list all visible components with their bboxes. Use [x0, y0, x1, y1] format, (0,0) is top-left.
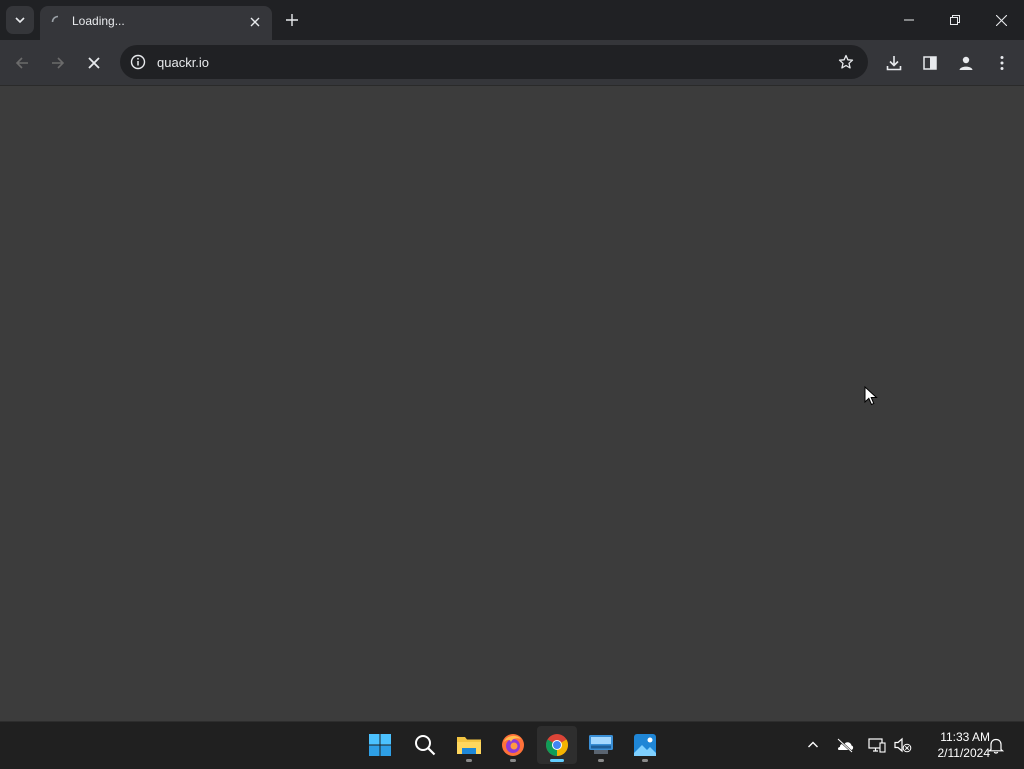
chrome-icon — [546, 734, 568, 756]
running-indicator — [550, 759, 564, 762]
network-tray-button[interactable] — [866, 734, 888, 756]
volume-tray-button[interactable] — [892, 734, 914, 756]
close-window-button[interactable] — [978, 0, 1024, 40]
info-icon — [130, 54, 146, 70]
close-icon — [250, 17, 260, 27]
onedrive-offline-icon — [837, 738, 854, 753]
restore-button[interactable] — [932, 0, 978, 40]
photos-icon — [634, 734, 656, 756]
browser-toolbar: quackr.io — [0, 40, 1024, 86]
restore-icon — [950, 15, 960, 25]
clock-date: 2/11/2024 — [937, 746, 991, 760]
close-icon — [995, 14, 1007, 26]
photos-button[interactable] — [625, 726, 665, 764]
star-icon — [838, 54, 854, 69]
onedrive-tray-button[interactable] — [834, 734, 856, 756]
minimize-button[interactable] — [886, 0, 932, 40]
running-indicator — [466, 759, 472, 762]
mouse-pointer-icon — [864, 386, 878, 406]
side-panel-icon — [923, 56, 937, 70]
download-icon — [886, 56, 902, 71]
profile-button[interactable] — [953, 50, 979, 76]
bookmark-button[interactable] — [836, 52, 856, 72]
tab-active[interactable]: Loading... — [40, 6, 272, 40]
running-indicator — [598, 759, 604, 762]
tab-close-button[interactable] — [246, 13, 264, 31]
search-icon — [415, 735, 436, 756]
keyboard-monitor-icon — [589, 735, 613, 754]
chevron-up-icon — [808, 741, 818, 748]
file-explorer-button[interactable] — [449, 726, 489, 764]
keyboard-app-button[interactable] — [581, 726, 621, 764]
loading-spinner-icon — [51, 15, 59, 23]
person-icon — [959, 56, 973, 70]
site-info-button[interactable] — [128, 52, 148, 72]
search-button[interactable] — [405, 726, 445, 764]
minimize-icon — [904, 19, 914, 21]
new-tab-button[interactable] — [282, 10, 302, 30]
system-clock[interactable]: 11:33 AM 2/11/2024 — [918, 729, 991, 761]
url-text[interactable]: quackr.io — [157, 55, 209, 70]
taskbar: 11:33 AM 2/11/2024 — [0, 721, 1024, 769]
firefox-button[interactable] — [493, 726, 533, 764]
arrow-right-icon — [52, 57, 65, 69]
side-panel-button[interactable] — [917, 50, 943, 76]
forward-button[interactable] — [45, 50, 71, 76]
notifications-button[interactable] — [985, 734, 1007, 756]
stop-loading-button[interactable] — [81, 50, 107, 76]
chevron-down-icon — [15, 17, 25, 24]
tab-title: Loading... — [72, 14, 125, 28]
downloads-button[interactable] — [881, 50, 907, 76]
clock-time: 11:33 AM — [940, 730, 990, 744]
firefox-icon — [502, 734, 524, 756]
kebab-menu-icon — [1000, 56, 1004, 70]
plus-icon — [286, 14, 298, 26]
network-icon — [868, 738, 886, 753]
back-button[interactable] — [9, 50, 35, 76]
show-hidden-icons-button[interactable] — [802, 734, 824, 756]
arrow-left-icon — [15, 57, 28, 69]
running-indicator — [642, 759, 648, 762]
running-indicator — [510, 759, 516, 762]
browser-menu-button[interactable] — [989, 50, 1015, 76]
tab-strip: Loading... — [0, 0, 1024, 40]
stop-x-icon — [88, 57, 100, 69]
folder-icon — [457, 737, 481, 754]
chrome-button[interactable] — [537, 726, 577, 764]
start-button[interactable] — [360, 726, 400, 764]
volume-muted-icon — [894, 737, 912, 753]
windows-logo-icon — [369, 734, 391, 756]
address-bar[interactable]: quackr.io — [120, 45, 868, 79]
tab-search-button[interactable] — [6, 6, 34, 34]
bell-icon — [988, 738, 1004, 754]
